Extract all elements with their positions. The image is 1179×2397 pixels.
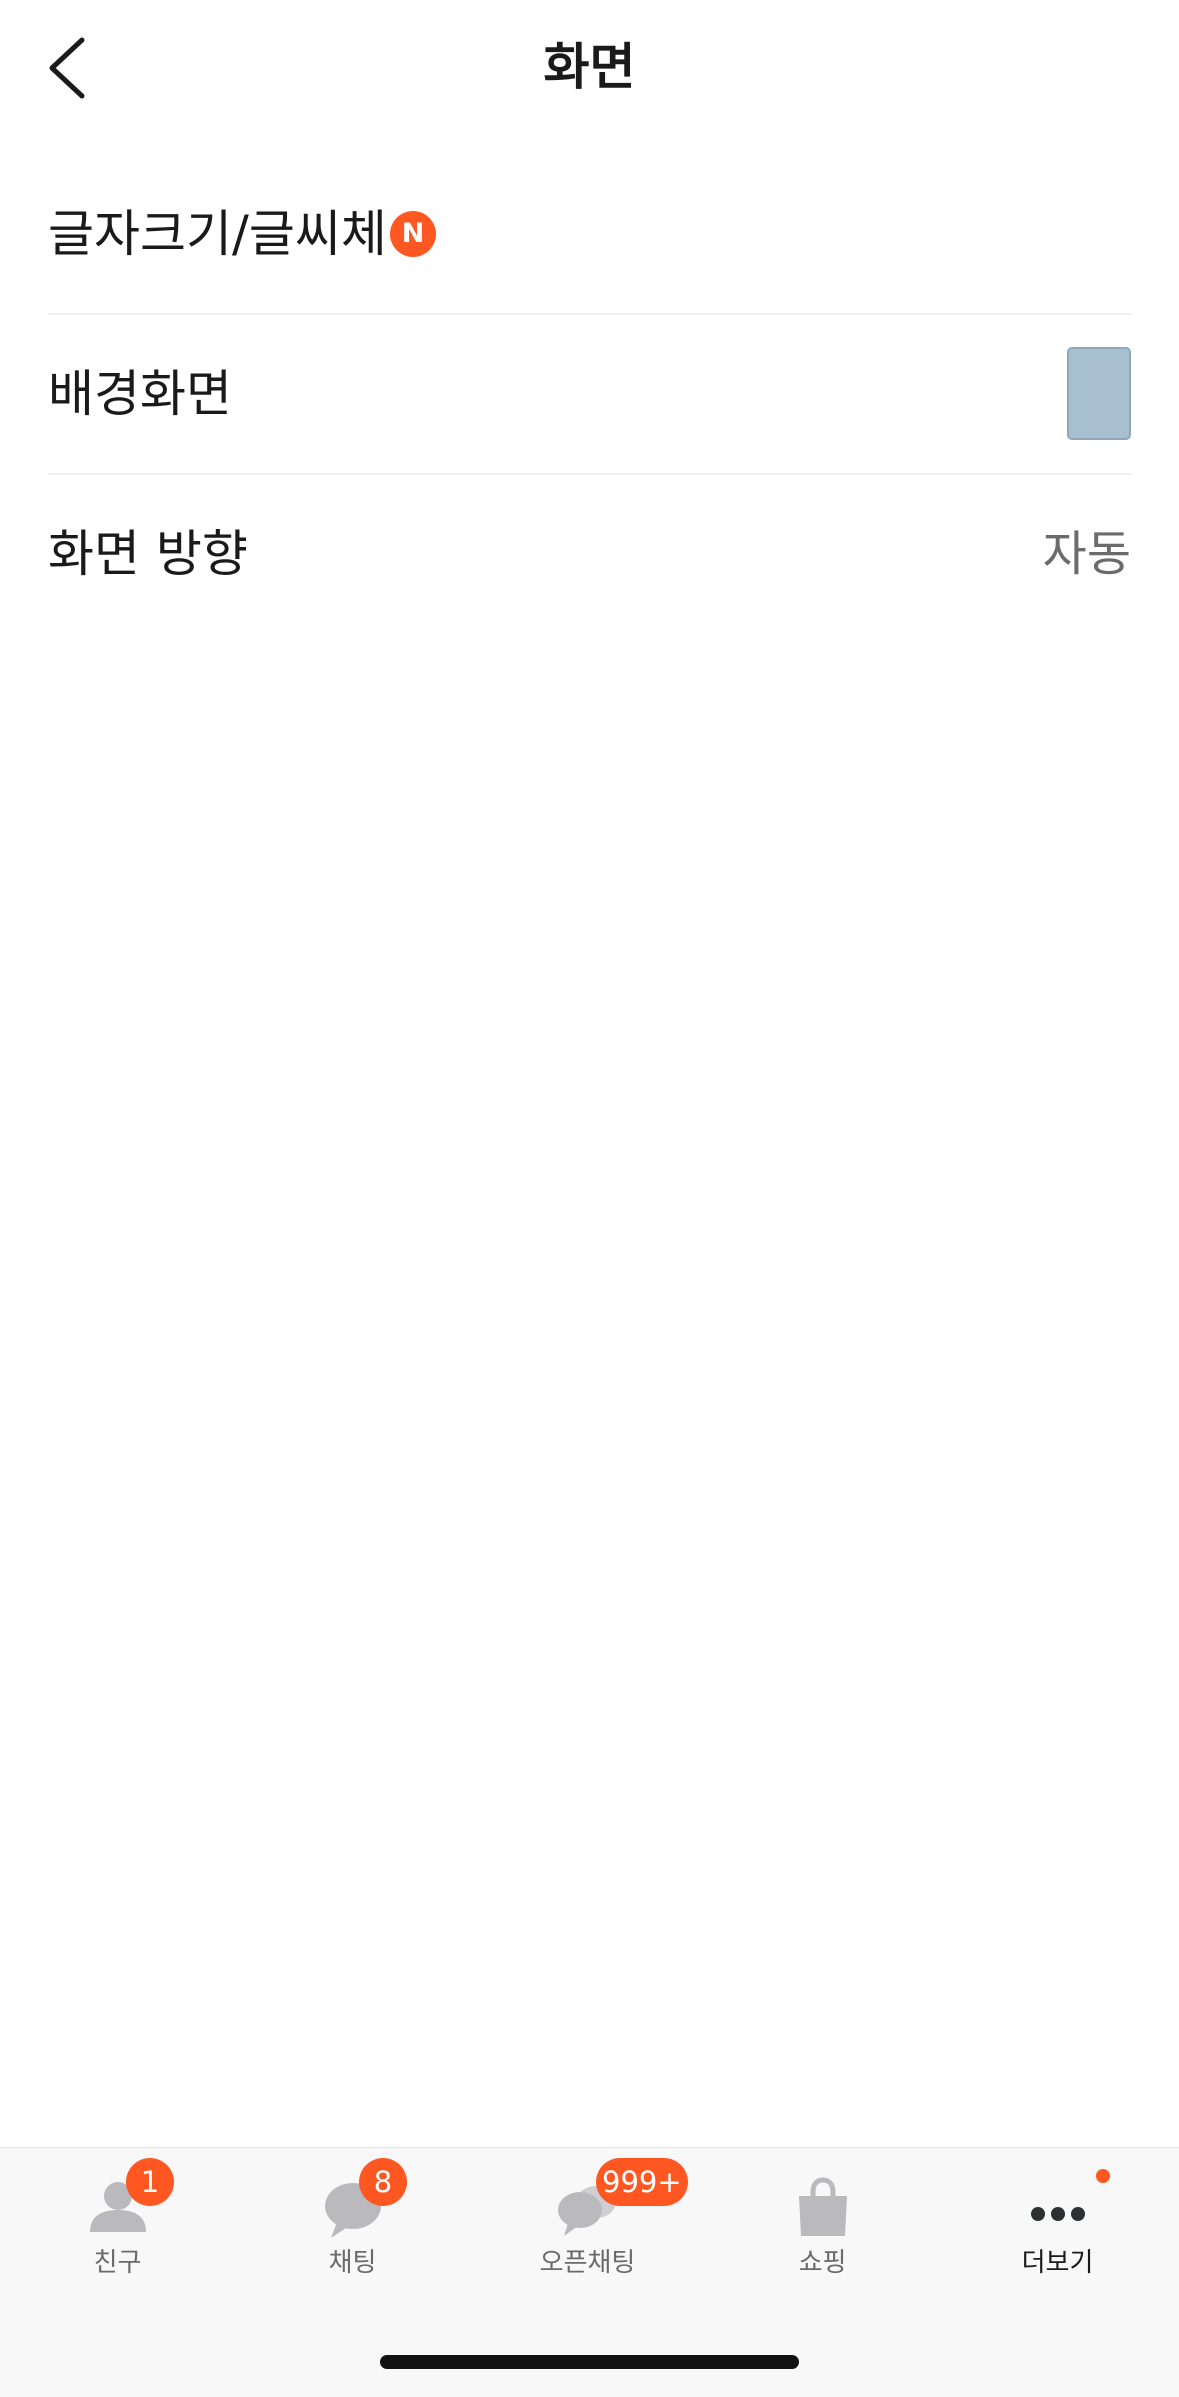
display-settings-list: 글자크기/글씨체 N 배경화면 화면 방향 자동 [48, 155, 1131, 633]
more-notification-dot [1096, 2169, 1110, 2183]
openchat-badge: 999+ [596, 2158, 688, 2206]
friends-badge: 1 [126, 2158, 174, 2206]
tab-chats-label: 채팅 [328, 2248, 377, 2278]
tab-shopping-label: 쇼핑 [798, 2248, 847, 2278]
chats-badge: 8 [359, 2158, 407, 2206]
orientation-label: 화면 방향 [48, 525, 248, 583]
font-settings-label: 글자크기/글씨체 [48, 205, 387, 263]
wallpaper-row[interactable]: 배경화면 [48, 315, 1131, 475]
top-bar: 화면 [0, 0, 1179, 135]
tab-more-label: 더보기 [1021, 2248, 1094, 2278]
wallpaper-thumbnail [1067, 347, 1131, 440]
bottom-tab-bar: 1 친구 8 채팅 999+ 오픈채팅 쇼핑 더보기 [0, 2147, 1179, 2397]
font-settings-row[interactable]: 글자크기/글씨체 N [48, 155, 1131, 315]
tab-openchat[interactable]: 999+ 오픈채팅 [470, 2148, 705, 2298]
tab-openchat-label: 오픈채팅 [539, 2248, 636, 2278]
new-badge: N [390, 211, 436, 257]
wallpaper-label: 배경화면 [48, 365, 232, 423]
shopping-bag-icon [798, 2177, 847, 2236]
home-indicator [380, 2355, 799, 2369]
tab-more[interactable]: 더보기 [940, 2148, 1175, 2298]
orientation-row[interactable]: 화면 방향 자동 [48, 475, 1131, 633]
more-dots-icon [1030, 2207, 1085, 2221]
tab-chats[interactable]: 8 채팅 [235, 2148, 470, 2298]
page-title: 화면 [543, 38, 636, 96]
tab-friends-label: 친구 [93, 2248, 142, 2278]
tab-friends[interactable]: 1 친구 [0, 2148, 235, 2298]
orientation-value: 자동 [1042, 526, 1131, 582]
tab-shopping[interactable]: 쇼핑 [705, 2148, 940, 2298]
